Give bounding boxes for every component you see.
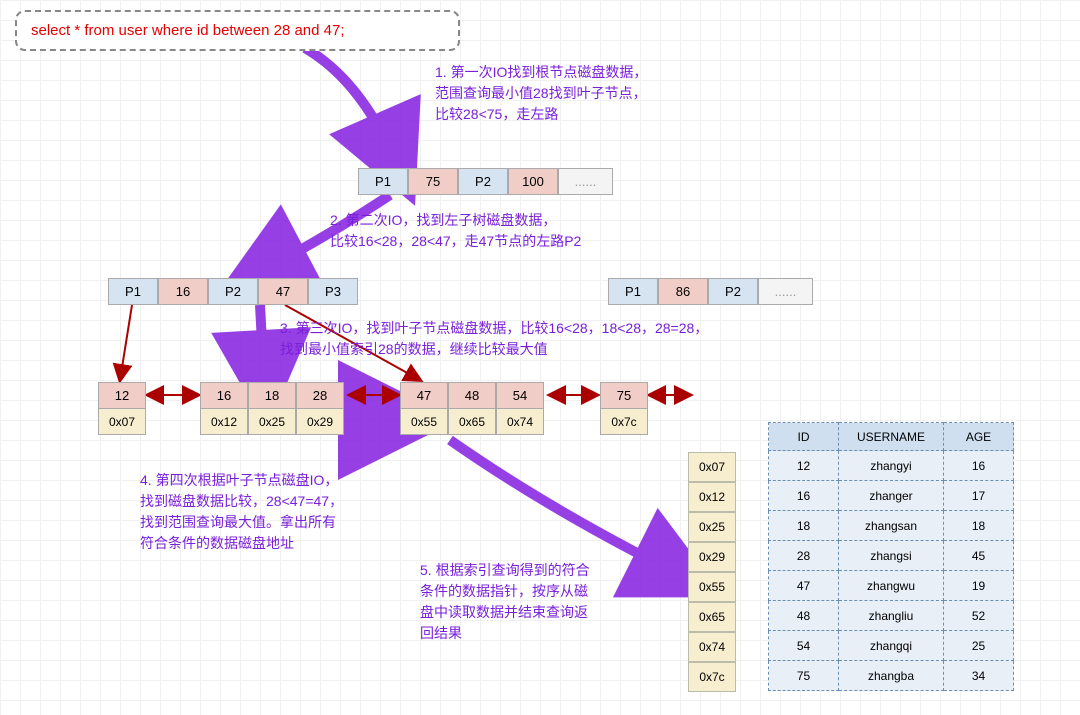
note-step-2: 2. 第二次IO，找到左子树磁盘数据，比较16<28，28<47，走47节点的左… xyxy=(330,210,710,252)
l2l-p1: P1 xyxy=(108,278,158,305)
leaf-3: 75 0x7c xyxy=(600,382,648,435)
sql-query-box: select * from user where id between 28 a… xyxy=(15,10,460,51)
note-step-3: 3. 第三次IO，找到叶子节点磁盘数据，比较16<28，18<28，28=28，… xyxy=(280,318,840,360)
leaf2-key-54: 54 xyxy=(496,382,544,409)
addr-3: 0x29 xyxy=(688,542,736,572)
leaf2-key-47: 47 xyxy=(400,382,448,409)
note-step-5: 5. 根据索引查询得到的符合条件的数据指针，按序从磁盘中读取数据并结束查询返回结… xyxy=(420,560,670,644)
l2r-p1: P1 xyxy=(608,278,658,305)
table-row: 48zhangliu52 xyxy=(769,601,1014,631)
leaf2-addr-0x55: 0x55 xyxy=(400,408,448,435)
l2r-key-86: 86 xyxy=(658,278,708,305)
addr-1: 0x12 xyxy=(688,482,736,512)
leaf-2: 47 48 54 0x55 0x65 0x74 xyxy=(400,382,544,435)
sql-text: select * from user where id between 28 a… xyxy=(31,22,345,39)
leaf3-addr-0x7c: 0x7c xyxy=(600,408,648,435)
leaf1-addr-0x12: 0x12 xyxy=(200,408,248,435)
root-key-100: 100 xyxy=(508,168,558,195)
l2l-p3: P3 xyxy=(308,278,358,305)
l2l-key-47: 47 xyxy=(258,278,308,305)
address-column: 0x07 0x12 0x25 0x29 0x55 0x65 0x74 0x7c xyxy=(688,452,736,692)
root-p1: P1 xyxy=(358,168,408,195)
l2l-p2: P2 xyxy=(208,278,258,305)
leaf2-addr-0x74: 0x74 xyxy=(496,408,544,435)
table-row: 28zhangsi45 xyxy=(769,541,1014,571)
addr-2: 0x25 xyxy=(688,512,736,542)
addr-0: 0x07 xyxy=(688,452,736,482)
addr-4: 0x55 xyxy=(688,572,736,602)
l2r-p2: P2 xyxy=(708,278,758,305)
table-row: 75zhangba34 xyxy=(769,661,1014,691)
l2l-key-16: 16 xyxy=(158,278,208,305)
addr-6: 0x74 xyxy=(688,632,736,662)
leaf1-addr-0x29: 0x29 xyxy=(296,408,344,435)
root-key-75: 75 xyxy=(408,168,458,195)
root-node: P1 75 P2 100 ...... xyxy=(358,168,613,195)
table-row: 54zhangqi25 xyxy=(769,631,1014,661)
leaf1-addr-0x25: 0x25 xyxy=(248,408,296,435)
note-step-4: 4. 第四次根据叶子节点磁盘IO，找到磁盘数据比较，28<47=47，找到范围查… xyxy=(140,470,410,554)
note-step-1: 1. 第一次IO找到根节点磁盘数据，范围查询最小值28找到叶子节点，比较28<7… xyxy=(435,62,735,125)
table-body: 12zhangyi16 16zhanger17 18zhangsan18 28z… xyxy=(769,451,1014,691)
addr-5: 0x65 xyxy=(688,602,736,632)
leaf-1: 16 18 28 0x12 0x25 0x29 xyxy=(200,382,344,435)
leaf0-addr-0x07: 0x07 xyxy=(98,408,146,435)
leaf1-key-18: 18 xyxy=(248,382,296,409)
root-p2: P2 xyxy=(458,168,508,195)
table-header-row: ID USERNAME AGE xyxy=(769,423,1014,451)
root-ellipsis: ...... xyxy=(558,168,613,195)
level2-left-node: P1 16 P2 47 P3 xyxy=(108,278,358,305)
user-data-table: ID USERNAME AGE 12zhangyi16 16zhanger17 … xyxy=(768,422,1014,691)
addr-7: 0x7c xyxy=(688,662,736,692)
leaf1-key-16: 16 xyxy=(200,382,248,409)
level2-right-node: P1 86 P2 ...... xyxy=(608,278,813,305)
leaf2-key-48: 48 xyxy=(448,382,496,409)
leaf2-addr-0x65: 0x65 xyxy=(448,408,496,435)
header-username: USERNAME xyxy=(839,423,944,451)
table-row: 16zhanger17 xyxy=(769,481,1014,511)
leaf1-key-28: 28 xyxy=(296,382,344,409)
header-id: ID xyxy=(769,423,839,451)
leaf0-key-12: 12 xyxy=(98,382,146,409)
table-row: 47zhangwu19 xyxy=(769,571,1014,601)
diagram-canvas: select * from user where id between 28 a… xyxy=(0,0,1080,715)
header-age: AGE xyxy=(944,423,1014,451)
table-row: 12zhangyi16 xyxy=(769,451,1014,481)
leaf-0: 12 0x07 xyxy=(98,382,146,435)
leaf3-key-75: 75 xyxy=(600,382,648,409)
l2r-ellipsis: ...... xyxy=(758,278,813,305)
table-row: 18zhangsan18 xyxy=(769,511,1014,541)
